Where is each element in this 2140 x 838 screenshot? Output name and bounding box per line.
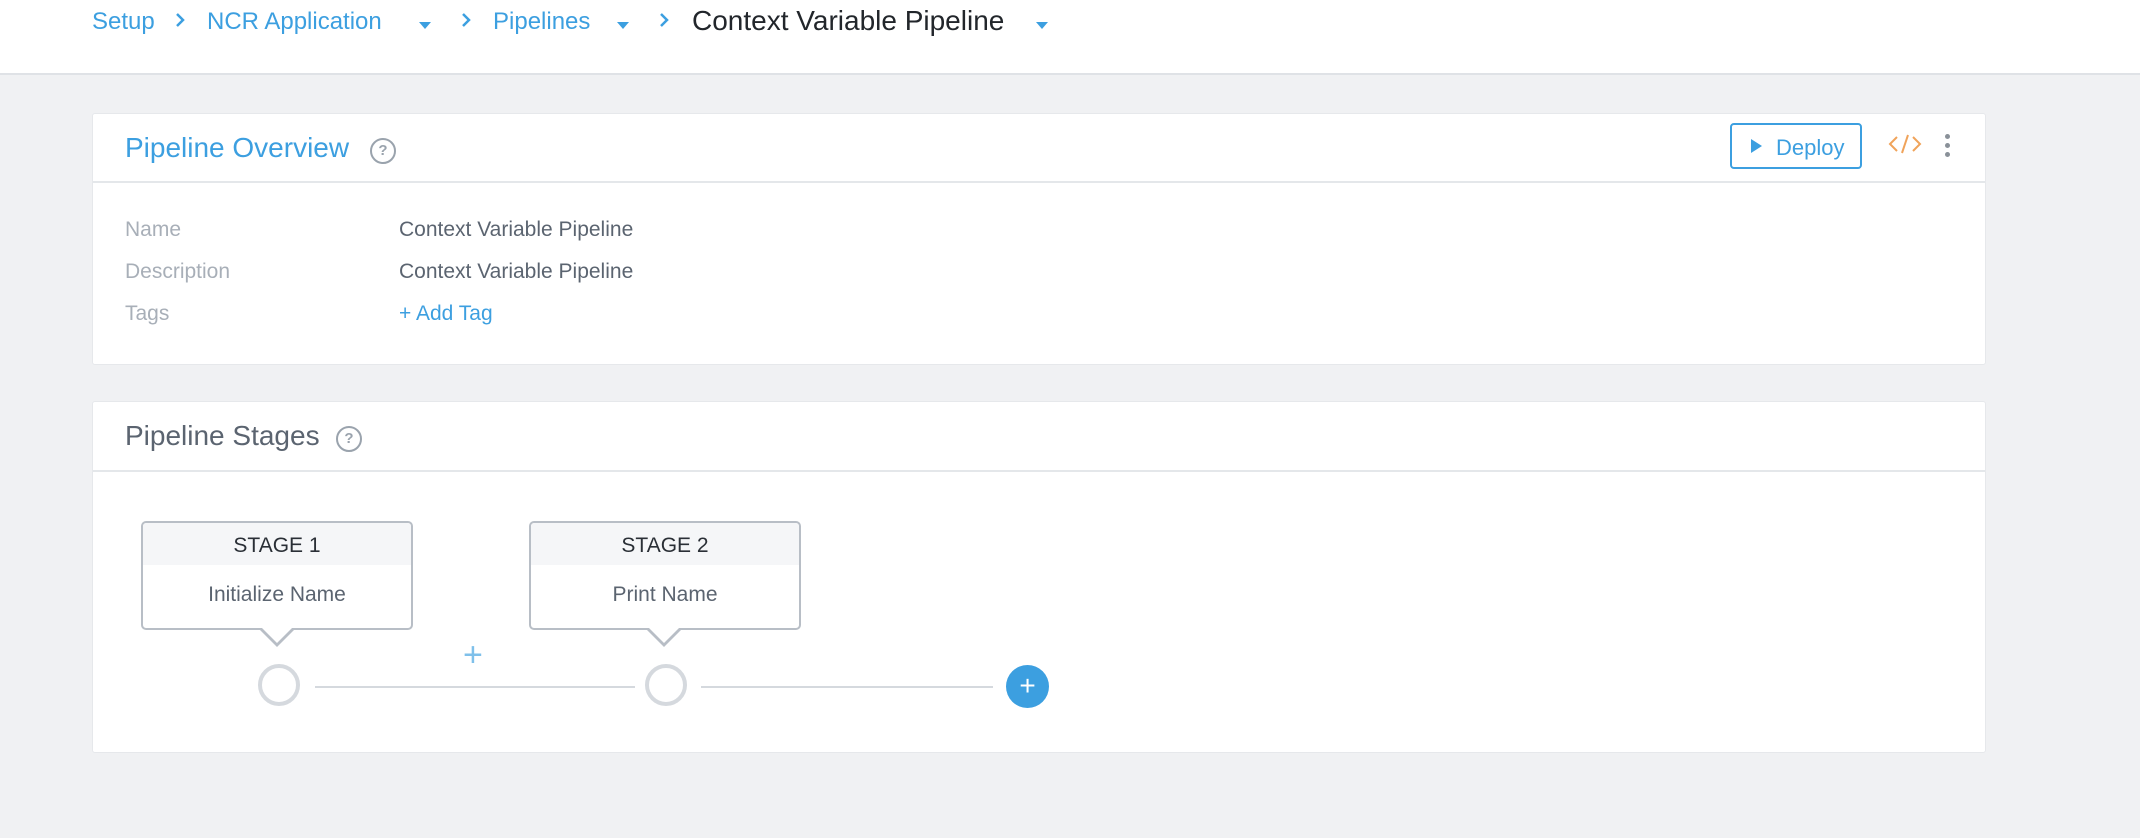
stage-node-1[interactable] bbox=[258, 664, 300, 706]
insert-stage-plus-icon[interactable]: + bbox=[463, 638, 483, 672]
connector-line bbox=[701, 686, 993, 688]
breadcrumb-setup[interactable]: Setup bbox=[92, 8, 155, 36]
help-icon[interactable]: ? bbox=[336, 426, 362, 452]
code-icon[interactable] bbox=[1888, 132, 1922, 156]
description-label: Description bbox=[125, 260, 231, 283]
stage-header: STAGE 1 bbox=[143, 523, 411, 565]
pipeline-stages-title: Pipeline Stages bbox=[125, 420, 320, 451]
caret-down-icon[interactable] bbox=[1036, 22, 1048, 29]
chevron-right-icon bbox=[176, 13, 185, 27]
help-icon[interactable]: ? bbox=[370, 138, 396, 164]
name-label: Name bbox=[125, 218, 182, 241]
breadcrumb-pipelines[interactable]: Pipelines bbox=[493, 8, 590, 36]
stage-pointer bbox=[261, 627, 293, 643]
caret-down-icon[interactable] bbox=[419, 22, 431, 29]
deploy-label: Deploy bbox=[1776, 135, 1845, 160]
top-bar: Setup NCR Application Pipelines Context … bbox=[0, 0, 2140, 75]
stage-header: STAGE 2 bbox=[531, 523, 799, 565]
add-tag-link[interactable]: + Add Tag bbox=[399, 302, 493, 326]
stage-card-2[interactable]: STAGE 2 Print Name bbox=[529, 521, 801, 630]
play-icon bbox=[1751, 139, 1762, 153]
pipeline-stages-card: Pipeline Stages ? STAGE 1 Initialize Nam… bbox=[92, 401, 1986, 753]
stage-pointer bbox=[648, 627, 680, 643]
connector-line bbox=[315, 686, 635, 688]
tags-label: Tags bbox=[125, 302, 170, 325]
name-value: Context Variable Pipeline bbox=[399, 218, 634, 241]
breadcrumb-current-pipeline: Context Variable Pipeline bbox=[692, 5, 1005, 36]
stage-card-1[interactable]: STAGE 1 Initialize Name bbox=[141, 521, 413, 630]
stage-node-2[interactable] bbox=[645, 664, 687, 706]
divider bbox=[93, 181, 1985, 183]
more-vertical-icon[interactable] bbox=[1943, 134, 1951, 160]
description-value: Context Variable Pipeline bbox=[399, 260, 634, 283]
pipeline-overview-title: Pipeline Overview bbox=[125, 132, 350, 163]
breadcrumb-ncr-application[interactable]: NCR Application bbox=[207, 8, 382, 36]
stage-name: Print Name bbox=[612, 583, 718, 606]
deploy-button[interactable]: Deploy bbox=[1730, 123, 1862, 169]
pipeline-overview-card: Pipeline Overview ? Deploy Name Context … bbox=[92, 113, 1986, 365]
chevron-right-icon bbox=[462, 13, 471, 27]
add-stage-plus-icon[interactable]: + bbox=[1006, 665, 1049, 708]
caret-down-icon[interactable] bbox=[617, 22, 629, 29]
stage-name: Initialize Name bbox=[208, 583, 346, 606]
chevron-right-icon bbox=[660, 13, 669, 27]
divider bbox=[93, 470, 1985, 472]
